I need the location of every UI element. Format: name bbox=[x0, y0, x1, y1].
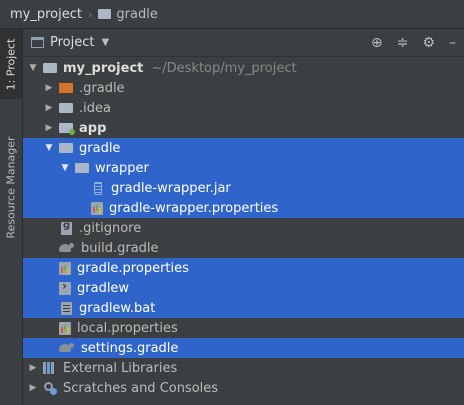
chevron-down-icon[interactable]: ▼ bbox=[59, 163, 71, 173]
tree-item-label: .gradle bbox=[79, 80, 125, 96]
tree-item-label: gradle.properties bbox=[77, 260, 189, 276]
library-icon bbox=[43, 362, 57, 374]
tree-item-dot-gradle[interactable]: ▶ .gradle bbox=[23, 78, 464, 98]
gitignore-file-icon bbox=[61, 220, 72, 235]
sidebar-tab-resource-label: Resource Manager bbox=[4, 135, 18, 239]
tree-item-gradle-wrapper-jar[interactable]: gradle-wrapper.jar bbox=[23, 178, 464, 198]
shell-script-icon bbox=[59, 279, 71, 295]
tree-item-local-properties[interactable]: local.properties bbox=[23, 318, 464, 338]
tree-item-app[interactable]: ▶ app bbox=[23, 118, 464, 138]
tree-item-label: wrapper bbox=[95, 160, 149, 176]
chevron-right-icon[interactable]: ▶ bbox=[43, 123, 55, 133]
chevron-right-icon[interactable]: ▶ bbox=[43, 83, 55, 93]
tree-item-scratches[interactable]: ▶ Scratches and Consoles bbox=[23, 378, 464, 398]
tree-item-label: local.properties bbox=[77, 320, 178, 336]
tree-item-gradle-wrapper-properties[interactable]: gradle-wrapper.properties bbox=[23, 198, 464, 218]
tree-item-gradlew[interactable]: gradlew bbox=[23, 278, 464, 298]
tree-item-label: settings.gradle bbox=[81, 340, 179, 356]
module-folder-icon bbox=[59, 123, 75, 135]
tree-item-gradle-properties[interactable]: gradle.properties bbox=[23, 258, 464, 278]
folder-icon bbox=[59, 143, 73, 153]
locate-file-icon[interactable]: ⊕ bbox=[371, 35, 383, 51]
tree-item-label: app bbox=[79, 120, 107, 136]
tree-item-gradle[interactable]: ▼ gradle bbox=[23, 138, 464, 158]
hide-panel-icon[interactable]: – bbox=[449, 35, 456, 51]
folder-icon bbox=[75, 163, 89, 173]
tree-item-gitignore[interactable]: .gitignore bbox=[23, 218, 464, 238]
chevron-right-icon[interactable]: ▶ bbox=[27, 363, 39, 373]
text-file-icon bbox=[61, 301, 72, 315]
gradle-elephant-icon bbox=[59, 342, 75, 354]
tool-window-sidebar: 1: Project Resource Manager bbox=[0, 29, 23, 405]
panel-header-actions: ⊕ ≑ ⚙ – bbox=[371, 29, 456, 57]
tree-item-label: .gitignore bbox=[79, 220, 142, 236]
panel-title[interactable]: Project bbox=[50, 35, 94, 50]
sidebar-tab-resource-manager[interactable]: Resource Manager bbox=[0, 117, 22, 257]
tree-item-external-libraries[interactable]: ▶ External Libraries bbox=[23, 358, 464, 378]
breadcrumb: my_project › gradle bbox=[0, 0, 464, 29]
tree-item-settings-gradle[interactable]: settings.gradle bbox=[23, 338, 464, 358]
scratches-icon bbox=[43, 381, 57, 395]
chevron-down-icon[interactable]: ▼ bbox=[27, 63, 39, 73]
gradle-elephant-icon bbox=[59, 242, 75, 254]
tree-item-label: .idea bbox=[79, 100, 111, 116]
folder-icon bbox=[59, 83, 73, 93]
tree-item-wrapper[interactable]: ▼ wrapper bbox=[23, 158, 464, 178]
jar-file-icon bbox=[94, 181, 102, 195]
tree-item-label: External Libraries bbox=[63, 360, 178, 376]
tree-item-gradlew-bat[interactable]: gradlew.bat bbox=[23, 298, 464, 318]
chevron-down-icon[interactable]: ▼ bbox=[43, 143, 55, 153]
project-view-icon bbox=[31, 37, 44, 48]
sidebar-tab-project[interactable]: 1: Project bbox=[0, 29, 22, 99]
tree-item-label: my_project bbox=[63, 60, 144, 76]
chevron-right-icon: › bbox=[87, 7, 93, 21]
sidebar-tab-project-label: 1: Project bbox=[4, 38, 18, 90]
tree-item-label: gradlew bbox=[77, 280, 130, 296]
properties-file-icon bbox=[59, 321, 71, 335]
properties-file-icon bbox=[59, 261, 71, 275]
tree-item-label: gradlew.bat bbox=[79, 300, 156, 316]
chevron-right-icon[interactable]: ▶ bbox=[43, 103, 55, 113]
tree-item-root[interactable]: ▼ my_project ~/Desktop/my_project bbox=[23, 58, 464, 78]
tree-item-idea[interactable]: ▶ .idea bbox=[23, 98, 464, 118]
breadcrumb-project[interactable]: my_project bbox=[10, 7, 82, 22]
tree-item-path: ~/Desktop/my_project bbox=[151, 60, 297, 76]
chevron-down-icon[interactable]: ▼ bbox=[101, 37, 109, 48]
project-tree: ▼ my_project ~/Desktop/my_project ▶ .gra… bbox=[23, 57, 464, 405]
tree-item-label: gradle-wrapper.jar bbox=[111, 180, 231, 196]
chevron-right-icon[interactable]: ▶ bbox=[27, 383, 39, 393]
folder-icon bbox=[98, 9, 112, 19]
tree-item-label: gradle-wrapper.properties bbox=[109, 200, 279, 216]
breadcrumb-folder[interactable]: gradle bbox=[116, 7, 157, 22]
tree-item-build-gradle[interactable]: build.gradle bbox=[23, 238, 464, 258]
module-folder-icon bbox=[43, 63, 57, 73]
tree-item-label: Scratches and Consoles bbox=[63, 380, 219, 396]
collapse-all-icon[interactable]: ≑ bbox=[397, 35, 409, 51]
tree-item-label: gradle bbox=[79, 140, 121, 156]
project-panel-header: Project ▼ ⊕ ≑ ⚙ – bbox=[23, 29, 464, 57]
gear-icon[interactable]: ⚙ bbox=[422, 35, 435, 51]
folder-icon bbox=[59, 103, 73, 113]
tree-item-label: build.gradle bbox=[81, 240, 159, 256]
properties-file-icon bbox=[91, 201, 103, 215]
